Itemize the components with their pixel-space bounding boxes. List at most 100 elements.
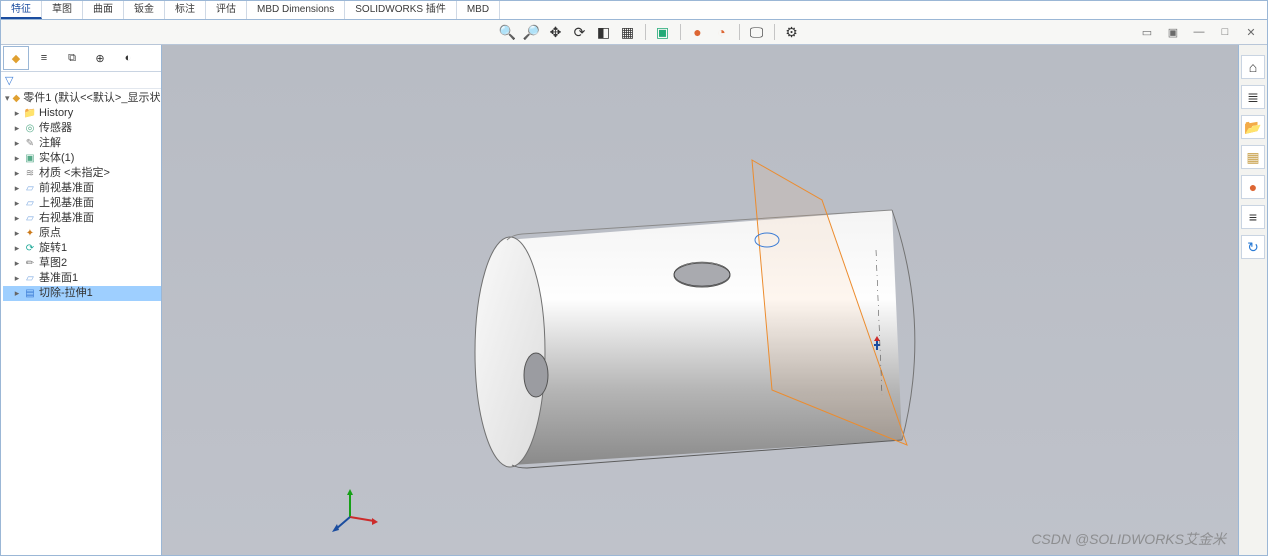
model-canvas[interactable] [162,45,1238,555]
zoom-area-icon[interactable]: 🔎 [522,22,542,42]
ribbon-tab-曲面[interactable]: 曲面 [83,1,124,19]
tree-item-材质 <未指定>[interactable]: ▸≋材质 <未指定> [3,166,161,181]
manager-tabs: ◆≡⧉⊕◐ [1,45,161,72]
tree-item-label: 传感器 [39,121,72,136]
view-hud-toolbar: 🔍🔎✥⟳◧▦ ▣ ●◔ 🖵 ⚙ [162,22,1137,42]
scene-icon[interactable]: ▣ [653,22,673,42]
tree-item-History[interactable]: ▸📁History [3,106,161,121]
feature-tree[interactable]: ▾ ◆ 零件1 (默认<<默认>_显示状态 1>) ▸📁History▸◎传感器… [1,89,161,555]
expand-icon[interactable]: ▸ [13,136,21,151]
tree-item-label: History [39,106,73,121]
tree-item-label: 草图2 [39,256,67,271]
expand-icon[interactable]: ▸ [13,181,21,196]
toolbar-row: 🔍🔎✥⟳◧▦ ▣ ●◔ 🖵 ⚙ ▭ ▣ — □ ✕ [1,20,1267,45]
folder-icon[interactable]: 📂 [1241,115,1265,139]
tree-item-label: 基准面1 [39,271,78,286]
tree-item-label: 实体(1) [39,151,74,166]
plane-icon: ▱ [24,183,36,195]
expand-icon[interactable]: ▸ [13,166,21,181]
tree-item-label: 旋转1 [39,241,67,256]
tree-item-基准面1[interactable]: ▸▱基准面1 [3,271,161,286]
origin-icon: ✦ [24,228,36,240]
home-icon[interactable]: ⌂ [1241,55,1265,79]
display-style-icon[interactable]: ▦ [618,22,638,42]
plane-icon: ▱ [24,273,36,285]
tree-item-前视基准面[interactable]: ▸▱前视基准面 [3,181,161,196]
expand-icon[interactable]: ▸ [13,106,21,121]
plane-icon: ▱ [24,213,36,225]
filter-icon[interactable]: ▽ [5,74,13,87]
ribbon-tab-钣金[interactable]: 钣金 [124,1,165,19]
tile-icon[interactable]: ▦ [1241,145,1265,169]
tree-item-原点[interactable]: ▸✦原点 [3,226,161,241]
screen-icon[interactable]: 🖵 [747,22,767,42]
edit-appearance-icon[interactable]: ◔ [712,22,732,42]
ribbon-tab-MBD Dimensions[interactable]: MBD Dimensions [247,1,345,19]
pan-icon[interactable]: ✥ [546,22,566,42]
cut-icon: ▤ [24,288,36,300]
tree-item-label: 切除-拉伸1 [39,286,93,301]
solid-icon: ▣ [24,153,36,165]
tree-item-label: 右视基准面 [39,211,94,226]
part-icon: ◆ [13,93,21,105]
appearance-ball-icon[interactable]: ● [1241,175,1265,199]
tree-item-实体(1)[interactable]: ▸▣实体(1) [3,151,161,166]
tree-item-右视基准面[interactable]: ▸▱右视基准面 [3,211,161,226]
task-pane-bar: ⌂ ≣ 📂 ▦ ● ≡ ↻ [1238,45,1267,555]
window-close-icon[interactable]: ✕ [1241,24,1261,40]
expand-icon[interactable]: ▸ [13,151,21,166]
tree-item-旋转1[interactable]: ▸⟳旋转1 [3,241,161,256]
tree-root[interactable]: ▾ ◆ 零件1 (默认<<默认>_显示状态 1>) [3,91,161,106]
display-manager-tab[interactable]: ◐ [115,46,141,70]
tree-item-上视基准面[interactable]: ▸▱上视基准面 [3,196,161,211]
expand-icon[interactable]: ▸ [13,256,21,271]
collapse-icon[interactable]: ▾ [5,91,10,106]
ribbon-tab-评估[interactable]: 评估 [206,1,247,19]
expand-icon[interactable]: ▸ [13,121,21,136]
refresh-icon[interactable]: ↻ [1241,235,1265,259]
material-icon: ≋ [24,168,36,180]
ribbon-tab-特征[interactable]: 特征 [1,1,42,19]
layers-icon[interactable]: ≣ [1241,85,1265,109]
window-minimize-icon[interactable]: — [1189,24,1209,40]
expand-icon[interactable]: ▸ [13,241,21,256]
tree-item-注解[interactable]: ▸✎注解 [3,136,161,151]
sensor-icon: ◎ [24,123,36,135]
app-window: 特征草图曲面钣金标注评估MBD DimensionsSOLIDWORKS 插件M… [0,0,1268,556]
tree-item-label: 注解 [39,136,61,151]
tree-item-传感器[interactable]: ▸◎传感器 [3,121,161,136]
zoom-fit-icon[interactable]: 🔍 [498,22,518,42]
folder-icon: 📁 [24,108,36,120]
window-maximize-icon[interactable]: □ [1215,24,1235,40]
expand-icon[interactable]: ▸ [13,211,21,226]
list-icon[interactable]: ≡ [1241,205,1265,229]
feature-manager-panel: ◆≡⧉⊕◐ ▽ ▾ ◆ 零件1 (默认<<默认>_显示状态 1>) ▸📁Hist… [1,45,162,555]
tree-root-label: 零件1 (默认<<默认>_显示状态 1>) [23,91,161,106]
tree-item-草图2[interactable]: ▸✏草图2 [3,256,161,271]
feature-manager-tab[interactable]: ◆ [3,46,29,70]
expand-icon[interactable]: ▸ [13,286,21,301]
tree-filter-row[interactable]: ▽ [1,72,161,89]
config-manager-tab[interactable]: ⧉ [59,46,85,70]
appearance-icon[interactable]: ● [688,22,708,42]
graphics-viewport[interactable]: CSDN @SOLIDWORKS艾金米 [162,45,1238,555]
orientation-icon[interactable]: ◧ [594,22,614,42]
expand-icon[interactable]: ▸ [13,196,21,211]
expand-icon[interactable]: ▸ [13,226,21,241]
window-tile-icon[interactable]: ▭ [1137,24,1157,40]
property-manager-tab[interactable]: ≡ [31,46,57,70]
orientation-triad[interactable] [330,485,380,535]
tree-item-切除-拉伸1[interactable]: ▸▤切除-拉伸1 [3,286,161,301]
ribbon-tab-SOLIDWORKS 插件[interactable]: SOLIDWORKS 插件 [345,1,457,19]
ribbon-tab-MBD[interactable]: MBD [457,1,500,19]
dimxpert-tab[interactable]: ⊕ [87,46,113,70]
window-cascade-icon[interactable]: ▣ [1163,24,1183,40]
expand-icon[interactable]: ▸ [13,271,21,286]
ribbon-tab-草图[interactable]: 草图 [42,1,83,19]
ribbon-tab-标注[interactable]: 标注 [165,1,206,19]
tree-item-label: 上视基准面 [39,196,94,211]
settings-icon[interactable]: ⚙ [782,22,802,42]
command-manager-tabs: 特征草图曲面钣金标注评估MBD DimensionsSOLIDWORKS 插件M… [1,1,1267,20]
rotate-icon[interactable]: ⟳ [570,22,590,42]
tree-item-label: 材质 <未指定> [39,166,110,181]
